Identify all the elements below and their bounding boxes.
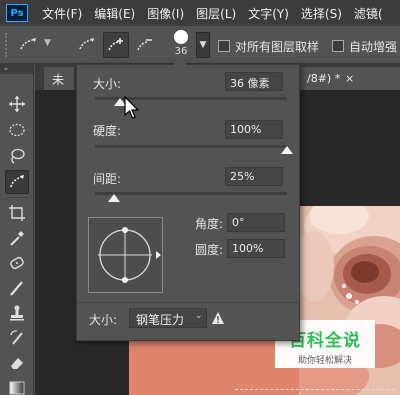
brush-tip-preview-icon[interactable]: [174, 30, 188, 44]
selection-marquee-edge: [235, 389, 395, 390]
photoshop-logo[interactable]: Ps: [6, 4, 28, 22]
add-to-selection-icon[interactable]: [103, 32, 129, 58]
warning-icon: [212, 312, 224, 324]
sample-all-layers-label: 对所有图层取样: [235, 40, 320, 54]
options-bar-grip[interactable]: [5, 33, 9, 57]
menu-bar: Ps 文件(F) 编辑(E) 图像(I) 图层(L) 文字(Y) 选择(S) 滤…: [0, 0, 400, 26]
roundness-input[interactable]: 100%: [227, 239, 285, 258]
brush-settings-popup: 大小: 36 像素 硬度: 100% 间距: 25% 角度: 0° 圆度: 10…: [76, 58, 300, 341]
document-tab[interactable]: 未标: [44, 67, 74, 104]
tools-panel: »: [0, 64, 34, 395]
subtract-from-selection-icon[interactable]: [132, 32, 158, 58]
spacing-input[interactable]: 25%: [225, 167, 283, 186]
angle-input[interactable]: 0°: [227, 213, 285, 232]
crop-tool-icon[interactable]: [5, 201, 29, 225]
menu-type[interactable]: 文字(Y): [242, 5, 295, 22]
toolbar-divider: [6, 197, 28, 198]
popup-divider: [77, 302, 299, 303]
history-brush-tool-icon[interactable]: [5, 326, 29, 350]
new-selection-icon[interactable]: [74, 32, 100, 58]
tool-preset-chevron-icon[interactable]: ▼: [44, 38, 51, 48]
size-label: 大小:: [93, 77, 122, 91]
menu-select[interactable]: 选择(S): [295, 5, 348, 22]
menu-edit[interactable]: 编辑(E): [88, 5, 141, 22]
hardness-slider-track[interactable]: [95, 145, 287, 148]
hardness-slider-thumb[interactable]: [281, 146, 293, 154]
brush-angle-roundness-preview[interactable]: [88, 217, 163, 293]
chevron-down-icon[interactable]: ⌄: [195, 311, 203, 321]
menu-image[interactable]: 图像(I): [141, 5, 190, 22]
spacing-slider-track[interactable]: [95, 192, 287, 195]
brush-picker-dropdown-button[interactable]: ▼: [196, 32, 210, 58]
close-tab-icon[interactable]: ×: [345, 72, 354, 85]
brush-tool-icon[interactable]: [5, 276, 29, 300]
eyedropper-tool-icon[interactable]: [5, 226, 29, 250]
eraser-tool-icon[interactable]: [5, 351, 29, 375]
angle-label: 角度:: [195, 217, 224, 231]
move-tool-icon[interactable]: [5, 92, 29, 116]
gradient-tool-icon[interactable]: [5, 376, 29, 395]
auto-enhance-checkbox[interactable]: [332, 40, 344, 52]
spacing-slider-thumb[interactable]: [108, 194, 121, 202]
pressure-size-label: 大小:: [89, 313, 118, 327]
hardness-label: 硬度:: [93, 124, 122, 138]
menu-layer[interactable]: 图层(L): [190, 5, 242, 22]
mouse-pointer-icon: [124, 96, 140, 119]
size-input[interactable]: 36 像素: [225, 72, 283, 91]
tools-panel-collapse[interactable]: »: [0, 64, 34, 74]
marquee-tool-icon[interactable]: [5, 118, 29, 142]
tool-preset-picker-icon[interactable]: [16, 32, 42, 58]
auto-enhance-label: 自动增强: [349, 40, 398, 54]
healing-brush-tool-icon[interactable]: [5, 251, 29, 275]
roundness-label: 圆度:: [195, 243, 224, 257]
menu-filter[interactable]: 滤镜(: [348, 5, 389, 22]
hardness-input[interactable]: 100%: [225, 120, 283, 139]
quick-selection-tool-icon[interactable]: [5, 170, 29, 194]
chevron-down-icon: ▼: [199, 40, 207, 50]
menu-file[interactable]: 文件(F): [36, 5, 88, 22]
brush-size-readout: 36: [174, 46, 188, 57]
sample-all-layers-checkbox[interactable]: [218, 40, 230, 52]
popup-pointer: [173, 58, 187, 65]
lasso-tool-icon[interactable]: [5, 144, 29, 168]
spacing-label: 间距:: [93, 172, 122, 186]
watermark-subtitle: 助你轻松解决: [297, 356, 352, 366]
clone-stamp-tool-icon[interactable]: [5, 301, 29, 325]
